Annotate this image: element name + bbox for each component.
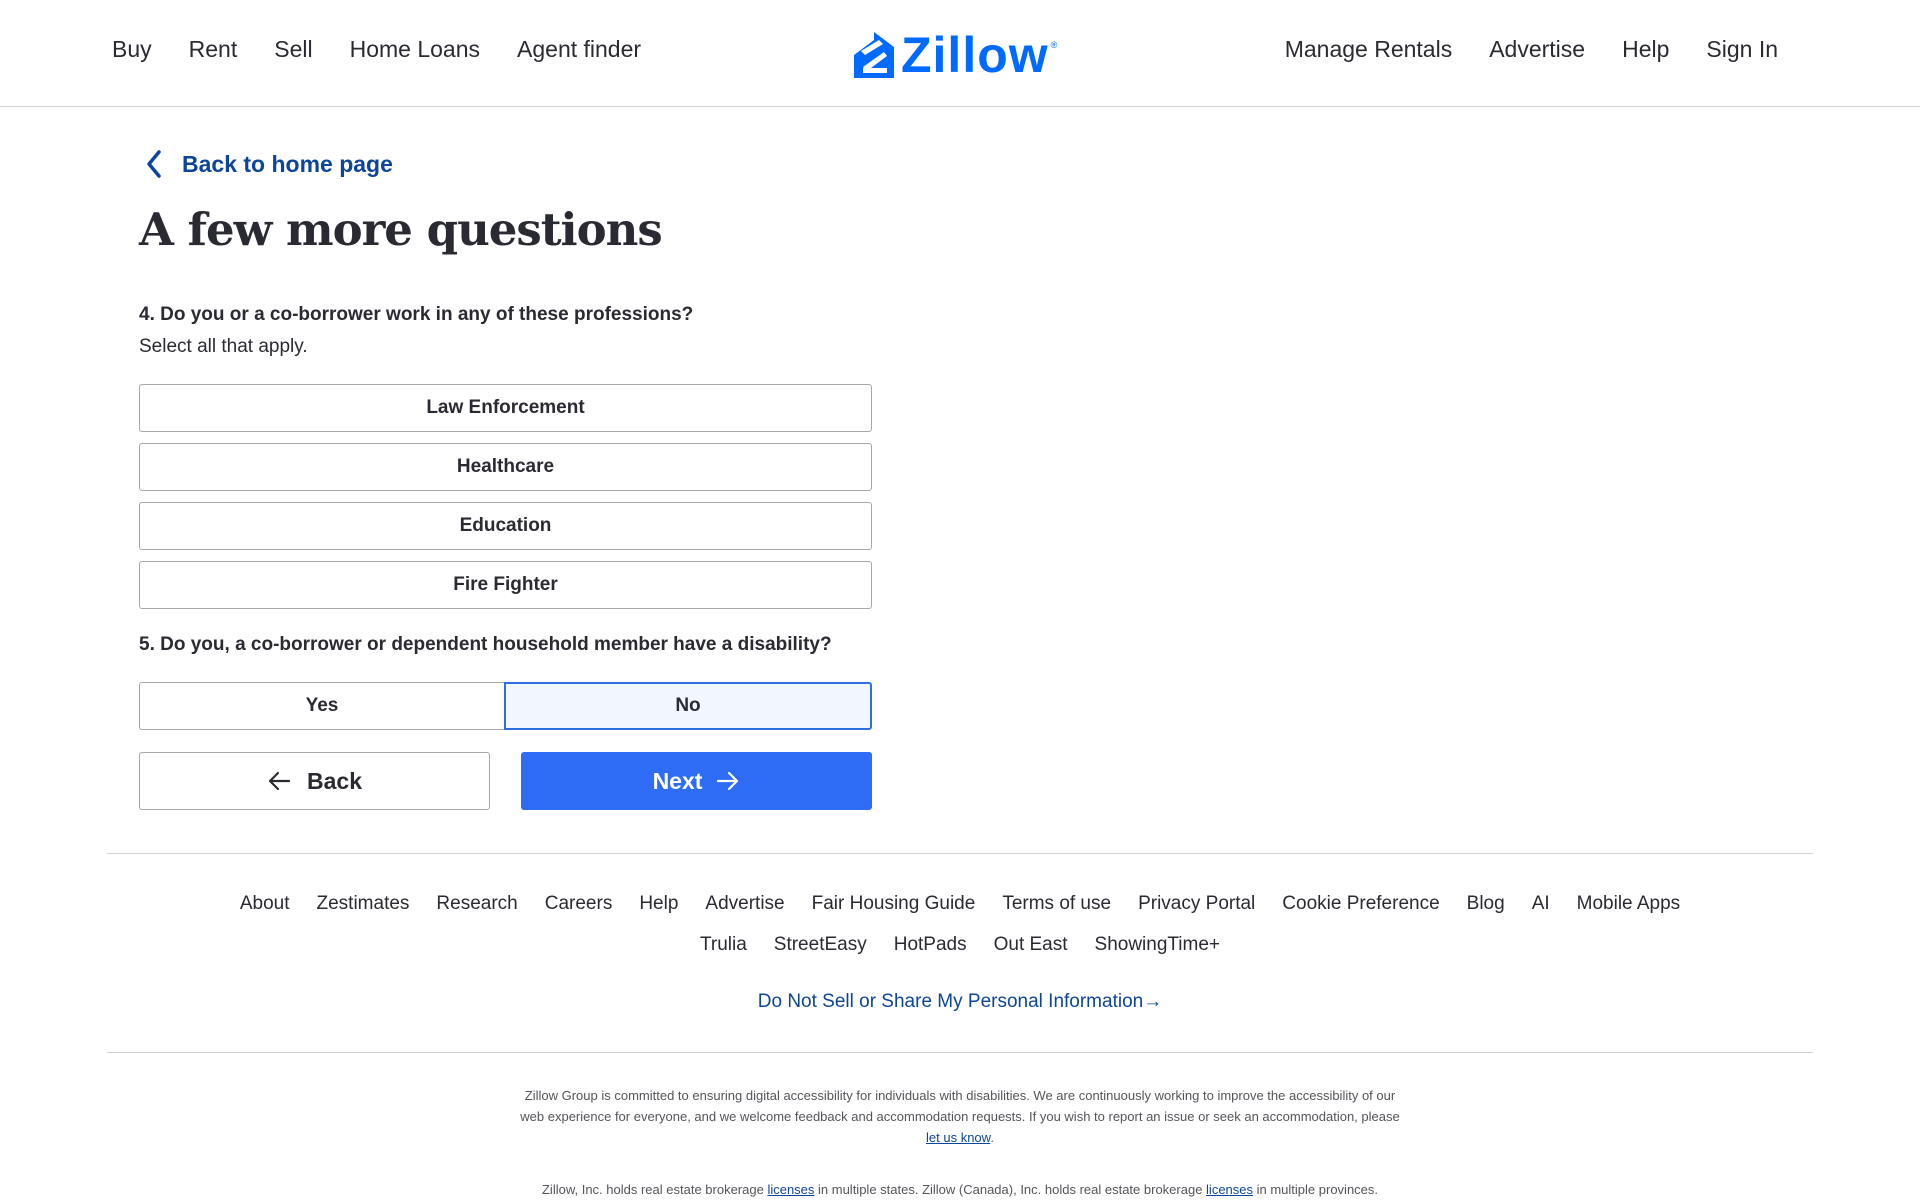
next-button[interactable]: Next: [521, 752, 872, 810]
disclaimer-period: .: [990, 1130, 994, 1145]
nav-sell[interactable]: Sell: [274, 36, 312, 63]
footer-link-cookie-preference[interactable]: Cookie Preference: [1282, 893, 1439, 915]
question-5-text: 5. Do you, a co-borrower or dependent ho…: [139, 634, 832, 655]
primary-nav: Buy Rent Sell Home Loans Agent finder: [112, 36, 678, 63]
footer-link-ai[interactable]: AI: [1532, 893, 1550, 915]
disability-toggle: Yes No: [139, 682, 872, 730]
accessibility-disclaimer: Zillow Group is committed to ensuring di…: [0, 1085, 1920, 1148]
option-yes[interactable]: Yes: [139, 682, 504, 730]
back-to-home-link[interactable]: Back to home page: [144, 149, 393, 179]
footer-link-streeteasy[interactable]: StreetEasy: [774, 934, 867, 956]
footer-link-mobile-apps[interactable]: Mobile Apps: [1577, 893, 1681, 915]
nav-buy[interactable]: Buy: [112, 36, 152, 63]
footer-links-primary: About Zestimates Research Careers Help A…: [0, 893, 1920, 915]
footer-link-help[interactable]: Help: [639, 893, 678, 915]
arrow-left-icon: [268, 771, 291, 791]
footer-link-out-east[interactable]: Out East: [994, 934, 1068, 956]
disclaimer-line-1: Zillow Group is committed to ensuring di…: [524, 1088, 1396, 1103]
footer-divider-top: [107, 853, 1813, 854]
registered-mark: ®: [1050, 40, 1058, 50]
secondary-nav: Manage Rentals Advertise Help Sign In: [1248, 36, 1778, 63]
footer-link-hotpads[interactable]: HotPads: [894, 934, 967, 956]
nav-agent-finder[interactable]: Agent finder: [517, 36, 641, 63]
disclaimer-line-3: let us know.: [0, 1127, 1920, 1148]
licenses-link-states[interactable]: licenses: [767, 1182, 814, 1197]
option-healthcare[interactable]: Healthcare: [139, 443, 872, 491]
footer-link-terms[interactable]: Terms of use: [1002, 893, 1111, 915]
footer-link-privacy-portal[interactable]: Privacy Portal: [1138, 893, 1255, 915]
disclaimer-line-2: web experience for everyone, and we welc…: [520, 1109, 1400, 1124]
nav-manage-rentals[interactable]: Manage Rentals: [1285, 36, 1453, 63]
licenses-link-provinces[interactable]: licenses: [1206, 1182, 1253, 1197]
footer-link-research[interactable]: Research: [436, 893, 517, 915]
licenses-text-1: Zillow, Inc. holds real estate brokerage: [541, 1182, 768, 1197]
back-to-home-label: Back to home page: [182, 150, 393, 177]
back-button[interactable]: Back: [139, 752, 490, 810]
nav-help[interactable]: Help: [1622, 36, 1669, 63]
footer-link-trulia[interactable]: Trulia: [700, 934, 747, 956]
back-button-label: Back: [307, 767, 362, 794]
question-4-hint: Select all that apply.: [139, 336, 308, 357]
zillow-house-icon: [854, 32, 894, 78]
footer-links-brands: Trulia StreetEasy HotPads Out East Showi…: [0, 934, 1920, 956]
do-not-sell-link[interactable]: Do Not Sell or Share My Personal Informa…: [0, 991, 1920, 1013]
arrow-right-icon: [717, 771, 739, 791]
zillow-logo[interactable]: Zillow ®: [853, 30, 1057, 80]
nav-advertise[interactable]: Advertise: [1489, 36, 1585, 63]
option-law-enforcement[interactable]: Law Enforcement: [139, 384, 872, 432]
logo-wordmark: Zillow: [901, 27, 1049, 83]
option-education[interactable]: Education: [139, 502, 872, 550]
next-button-label: Next: [652, 767, 703, 794]
footer-link-careers[interactable]: Careers: [545, 893, 613, 915]
nav-rent[interactable]: Rent: [189, 36, 238, 63]
footer-link-fair-housing[interactable]: Fair Housing Guide: [812, 893, 976, 915]
option-fire-fighter[interactable]: Fire Fighter: [139, 561, 872, 609]
footer-link-blog[interactable]: Blog: [1467, 893, 1505, 915]
licenses-text-3: in multiple provinces.: [1253, 1182, 1379, 1197]
footer-link-zestimates[interactable]: Zestimates: [317, 893, 410, 915]
question-4-text: 4. Do you or a co-borrower work in any o…: [139, 304, 694, 325]
nav-home-loans[interactable]: Home Loans: [350, 36, 480, 63]
nav-sign-in[interactable]: Sign In: [1706, 36, 1778, 63]
licenses-notice: Zillow, Inc. holds real estate brokerage…: [0, 1182, 1920, 1197]
page-title: A few more questions: [139, 203, 663, 256]
footer-link-advertise[interactable]: Advertise: [705, 893, 784, 915]
licenses-text-2: in multiple states. Zillow (Canada), Inc…: [814, 1182, 1207, 1197]
profession-options: Law Enforcement Healthcare Education Fir…: [139, 384, 872, 620]
site-header: Buy Rent Sell Home Loans Agent finder Zi…: [0, 0, 1920, 107]
footer-link-showingtime[interactable]: ShowingTime+: [1095, 934, 1221, 956]
let-us-know-link[interactable]: let us know: [926, 1130, 990, 1145]
option-no-selected[interactable]: No: [504, 682, 872, 730]
footer-link-about[interactable]: About: [240, 893, 290, 915]
footer-divider-bottom: [107, 1052, 1813, 1053]
chevron-left-icon: [147, 150, 161, 178]
